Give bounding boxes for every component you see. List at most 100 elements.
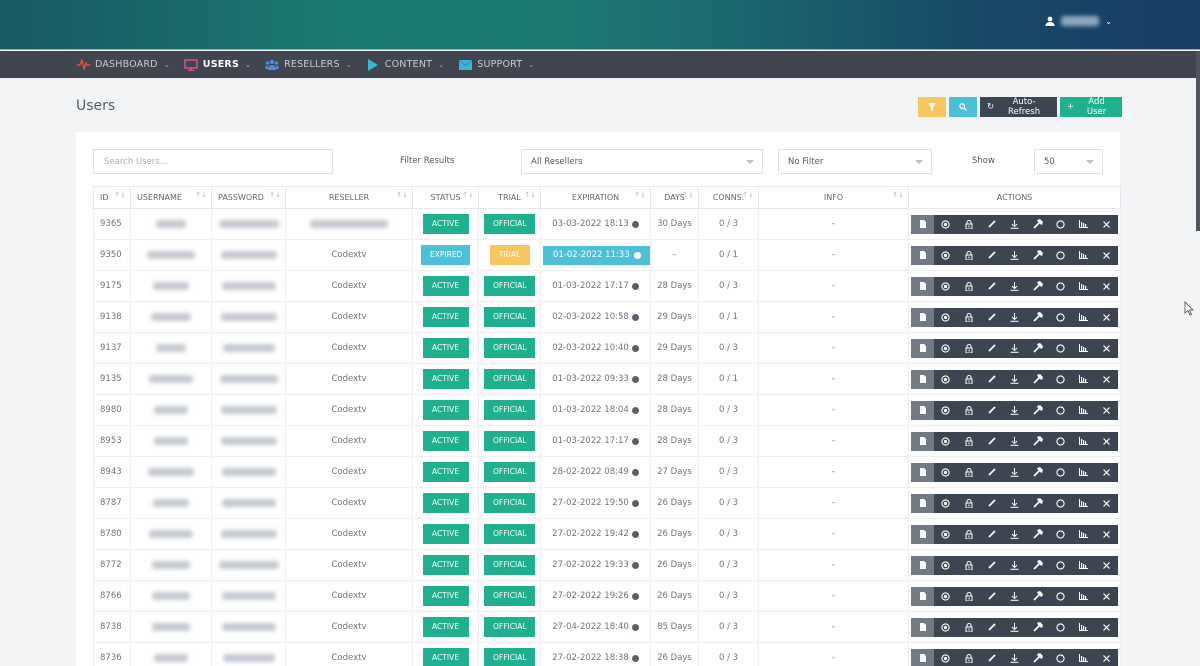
ban-button[interactable] [1026,555,1049,575]
visibility-button[interactable] [934,245,957,265]
ban-button[interactable] [1026,493,1049,513]
info-icon[interactable] [631,406,639,414]
download-button[interactable] [1003,555,1026,575]
delete-button[interactable] [1095,307,1118,327]
disable-button[interactable] [1049,462,1072,482]
column-header-info[interactable]: INFO ↑↓ [758,186,909,209]
disable-button[interactable] [1049,431,1072,451]
edit-button[interactable] [980,276,1003,296]
delete-button[interactable] [1095,617,1118,637]
ban-button[interactable] [1026,245,1049,265]
delete-button[interactable] [1095,524,1118,544]
sort-icon[interactable]: ↑↓ [682,191,694,199]
nav-dashboard[interactable]: DASHBOARD ⌄ [76,59,170,71]
disable-button[interactable] [1049,617,1072,637]
view-button[interactable] [911,307,934,327]
column-header-status[interactable]: STATUS ↑↓ [412,186,479,209]
visibility-button[interactable] [934,369,957,389]
lock-button[interactable] [957,524,980,544]
edit-button[interactable] [980,648,1003,666]
filter-button[interactable] [918,97,946,117]
visibility-button[interactable] [934,400,957,420]
sort-icon[interactable]: ↑↓ [195,191,207,199]
ban-button[interactable] [1026,214,1049,234]
ban-button[interactable] [1026,617,1049,637]
sort-icon[interactable]: ↑↓ [524,191,536,199]
table-row[interactable]: 9365 ACTIVE OFFICIAL 03-03-2022 18:13 30 Day… [93,208,1121,240]
table-row[interactable]: 8738 Codextv ACTIVE OFFICIAL 27-04-2022 18:4… [93,611,1121,643]
visibility-button[interactable] [934,617,957,637]
stats-button[interactable] [1072,586,1095,606]
nav-resellers[interactable]: RESELLERS ⌄ [265,59,352,71]
delete-button[interactable] [1095,431,1118,451]
download-button[interactable] [1003,276,1026,296]
table-row[interactable]: 8943 Codextv ACTIVE OFFICIAL 28-02-2022 08:4… [93,456,1121,488]
info-icon[interactable] [631,530,639,538]
disable-button[interactable] [1049,214,1072,234]
ban-button[interactable] [1026,462,1049,482]
visibility-button[interactable] [934,555,957,575]
info-icon[interactable] [631,654,639,662]
status-filter-select[interactable]: No Filter [778,149,932,174]
column-header-id[interactable]: ID ↑↓ [93,186,131,209]
view-button[interactable] [911,586,934,606]
user-menu[interactable]: ⌄ [1045,16,1112,26]
sort-icon[interactable]: ↑↓ [892,191,904,199]
column-header-trial[interactable]: TRIAL ↑↓ [478,186,541,209]
sort-icon[interactable]: ↑↓ [396,191,408,199]
visibility-button[interactable] [934,431,957,451]
view-button[interactable] [911,462,934,482]
visibility-button[interactable] [934,493,957,513]
info-icon[interactable] [631,282,639,290]
edit-button[interactable] [980,524,1003,544]
disable-button[interactable] [1049,369,1072,389]
download-button[interactable] [1003,400,1026,420]
stats-button[interactable] [1072,307,1095,327]
nav-users[interactable]: USERS ⌄ [184,58,251,71]
delete-button[interactable] [1095,648,1118,666]
download-button[interactable] [1003,214,1026,234]
info-icon[interactable] [633,251,641,259]
lock-button[interactable] [957,431,980,451]
lock-button[interactable] [957,338,980,358]
lock-button[interactable] [957,369,980,389]
visibility-button[interactable] [934,214,957,234]
search-users-input[interactable] [93,149,333,174]
stats-button[interactable] [1072,493,1095,513]
visibility-button[interactable] [934,586,957,606]
view-button[interactable] [911,400,934,420]
delete-button[interactable] [1095,400,1118,420]
view-button[interactable] [911,493,934,513]
ban-button[interactable] [1026,276,1049,296]
page-size-select[interactable]: 50 [1034,149,1103,174]
table-row[interactable]: 8980 Codextv ACTIVE OFFICIAL 01-03-2022 18:0… [93,394,1121,426]
info-icon[interactable] [631,468,639,476]
edit-button[interactable] [980,400,1003,420]
delete-button[interactable] [1095,214,1118,234]
search-button[interactable] [949,97,977,117]
table-row[interactable]: 9350 Codextv EXPIRED TRIAL 01-02-2022 11:33 -… [93,239,1121,271]
download-button[interactable] [1003,338,1026,358]
stats-button[interactable] [1072,214,1095,234]
nav-support[interactable]: SUPPORT ⌄ [458,59,534,71]
info-icon[interactable] [631,313,639,321]
info-icon[interactable] [631,561,639,569]
edit-button[interactable] [980,493,1003,513]
stats-button[interactable] [1072,524,1095,544]
stats-button[interactable] [1072,245,1095,265]
view-button[interactable] [911,369,934,389]
visibility-button[interactable] [934,524,957,544]
ban-button[interactable] [1026,307,1049,327]
delete-button[interactable] [1095,586,1118,606]
sort-icon[interactable]: ↑↓ [462,191,474,199]
table-row[interactable]: 8787 Codextv ACTIVE OFFICIAL 27-02-2022 19:5… [93,487,1121,519]
download-button[interactable] [1003,524,1026,544]
edit-button[interactable] [980,431,1003,451]
table-row[interactable]: 8772 Codextv ACTIVE OFFICIAL 27-02-2022 19:3… [93,549,1121,581]
lock-button[interactable] [957,555,980,575]
table-row[interactable]: 8766 Codextv ACTIVE OFFICIAL 27-02-2022 19:2… [93,580,1121,612]
disable-button[interactable] [1049,648,1072,666]
stats-button[interactable] [1072,648,1095,666]
disable-button[interactable] [1049,276,1072,296]
reseller-select[interactable]: All Resellers [521,149,763,174]
